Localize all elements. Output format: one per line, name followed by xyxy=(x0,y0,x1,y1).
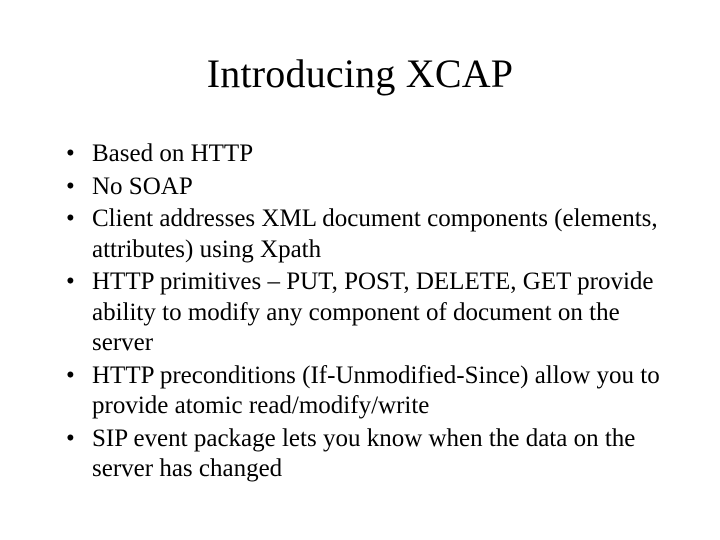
list-item: Client addresses XML document components… xyxy=(66,204,672,265)
bullet-list: Based on HTTP No SOAP Client addresses X… xyxy=(66,139,672,485)
list-item: SIP event package lets you know when the… xyxy=(66,424,672,485)
list-item: Based on HTTP xyxy=(66,139,672,170)
slide-title: Introducing XCAP xyxy=(48,50,672,97)
list-item: HTTP primitives – PUT, POST, DELETE, GET… xyxy=(66,267,672,359)
slide: Introducing XCAP Based on HTTP No SOAP C… xyxy=(0,0,720,540)
list-item: HTTP preconditions (If-Unmodified-Since)… xyxy=(66,361,672,422)
list-item: No SOAP xyxy=(66,172,672,203)
